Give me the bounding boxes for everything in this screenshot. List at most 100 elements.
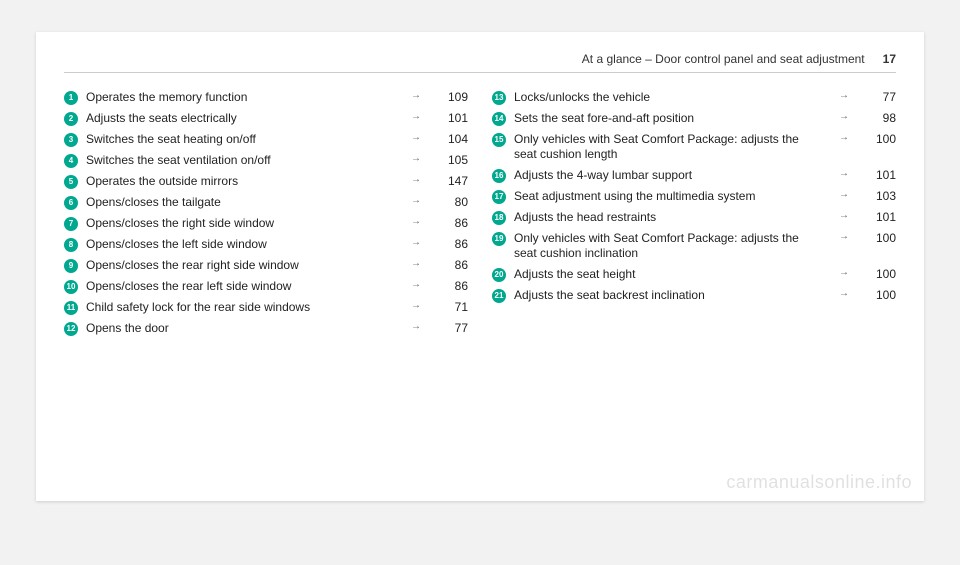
index-row: 1 Operates the memory function→109	[64, 87, 468, 108]
index-label: Only vehicles with Seat Comfort Package:…	[514, 231, 832, 261]
page-reference: 86	[428, 258, 468, 273]
index-label: Adjusts the seats electrically	[86, 111, 404, 126]
arrow-icon: →	[832, 288, 856, 301]
index-row: 6 Opens/closes the tailgate→80	[64, 192, 468, 213]
page-reference: 100	[856, 288, 896, 303]
callout-number-badge: 11	[64, 301, 78, 315]
index-label: Only vehicles with Seat Comfort Package:…	[514, 132, 832, 162]
watermark: carmanualsonline.info	[726, 472, 912, 493]
page-number: 17	[883, 52, 896, 66]
callout-number-badge: 15	[492, 133, 506, 147]
index-label: Switches the seat heating on/off	[86, 132, 404, 147]
index-label: Opens/closes the rear right side window	[86, 258, 404, 273]
index-row: 18Adjusts the head restraints→101	[492, 207, 896, 228]
page-reference: 101	[856, 168, 896, 183]
arrow-icon: →	[832, 90, 856, 103]
manual-page: At a glance – Door control panel and sea…	[36, 32, 924, 501]
index-label: Adjusts the seat backrest inclination	[514, 288, 832, 303]
index-row: 12 Opens the door→77	[64, 318, 468, 339]
callout-number-badge: 16	[492, 169, 506, 183]
page-reference: 109	[428, 90, 468, 105]
page-reference: 100	[856, 132, 896, 147]
arrow-icon: →	[832, 168, 856, 181]
index-label: Opens the door	[86, 321, 404, 336]
index-label: Opens/closes the tailgate	[86, 195, 404, 210]
page-reference: 101	[856, 210, 896, 225]
index-label: Switches the seat ventilation on/off	[86, 153, 404, 168]
arrow-icon: →	[404, 90, 428, 103]
callout-number-badge: 2	[64, 112, 78, 126]
callout-number-badge: 1	[64, 91, 78, 105]
index-row: 20 Adjusts the seat height→100	[492, 264, 896, 285]
callout-number-badge: 5	[64, 175, 78, 189]
callout-number-badge: 10	[64, 280, 78, 294]
arrow-icon: →	[404, 321, 428, 334]
arrow-icon: →	[832, 231, 856, 244]
index-label: Locks/unlocks the vehicle	[514, 90, 832, 105]
index-label: Seat adjustment using the multimedia sys…	[514, 189, 832, 204]
index-row: 5 Operates the outside mirrors→147	[64, 171, 468, 192]
callout-number-badge: 8	[64, 238, 78, 252]
arrow-icon: →	[404, 279, 428, 292]
index-label: Adjusts the head restraints	[514, 210, 832, 225]
right-column: 13Locks/unlocks the vehicle→7714Sets the…	[492, 87, 896, 339]
arrow-icon: →	[832, 111, 856, 124]
index-row: 10Opens/closes the rear left side window…	[64, 276, 468, 297]
page-reference: 105	[428, 153, 468, 168]
index-label: Operates the memory function	[86, 90, 404, 105]
left-column: 1Operates the memory function→1092Adjust…	[64, 87, 468, 339]
page-reference: 103	[856, 189, 896, 204]
index-row: 16 Adjusts the 4-way lumbar support→101	[492, 165, 896, 186]
index-row: 19 Only vehicles with Seat Comfort Packag…	[492, 228, 896, 264]
index-row: 13 Locks/unlocks the vehicle→77	[492, 87, 896, 108]
arrow-icon: →	[404, 195, 428, 208]
page-reference: 147	[428, 174, 468, 189]
arrow-icon: →	[404, 237, 428, 250]
index-row: 17 Seat adjustment using the multimedia s…	[492, 186, 896, 207]
callout-number-badge: 7	[64, 217, 78, 231]
callout-number-badge: 12	[64, 322, 78, 336]
index-row: 21Adjusts the seat backrest inclination→…	[492, 285, 896, 306]
page-reference: 77	[428, 321, 468, 336]
page-reference: 101	[428, 111, 468, 126]
callout-number-badge: 9	[64, 259, 78, 273]
section-title: At a glance – Door control panel and sea…	[582, 52, 865, 66]
index-row: 11 Child safety lock for the rear side wi…	[64, 297, 468, 318]
callout-number-badge: 14	[492, 112, 506, 126]
callout-number-badge: 4	[64, 154, 78, 168]
arrow-icon: →	[832, 267, 856, 280]
page-reference: 80	[428, 195, 468, 210]
page-reference: 71	[428, 300, 468, 315]
arrow-icon: →	[404, 300, 428, 313]
index-label: Adjusts the 4-way lumbar support	[514, 168, 832, 183]
arrow-icon: →	[404, 174, 428, 187]
callout-number-badge: 13	[492, 91, 506, 105]
index-row: 4Switches the seat ventilation on/off→10…	[64, 150, 468, 171]
page-reference: 100	[856, 267, 896, 282]
index-label: Child safety lock for the rear side wind…	[86, 300, 404, 315]
callout-number-badge: 20	[492, 268, 506, 282]
index-label: Opens/closes the left side window	[86, 237, 404, 252]
index-label: Operates the outside mirrors	[86, 174, 404, 189]
arrow-icon: →	[404, 216, 428, 229]
index-row: 8Opens/closes the left side window→86	[64, 234, 468, 255]
index-row: 9 Opens/closes the rear right side window…	[64, 255, 468, 276]
page-reference: 86	[428, 279, 468, 294]
page-reference: 100	[856, 231, 896, 246]
page-header: At a glance – Door control panel and sea…	[64, 52, 896, 73]
index-row: 14 Sets the seat fore-and-aft position→98	[492, 108, 896, 129]
page-reference: 77	[856, 90, 896, 105]
index-label: Adjusts the seat height	[514, 267, 832, 282]
page-reference: 98	[856, 111, 896, 126]
callout-number-badge: 6	[64, 196, 78, 210]
index-row: 7Opens/closes the right side window→86	[64, 213, 468, 234]
arrow-icon: →	[404, 132, 428, 145]
arrow-icon: →	[404, 111, 428, 124]
callout-number-badge: 17	[492, 190, 506, 204]
arrow-icon: →	[832, 189, 856, 202]
index-label: Sets the seat fore-and-aft position	[514, 111, 832, 126]
page-reference: 86	[428, 216, 468, 231]
arrow-icon: →	[832, 210, 856, 223]
callout-number-badge: 19	[492, 232, 506, 246]
page-reference: 104	[428, 132, 468, 147]
